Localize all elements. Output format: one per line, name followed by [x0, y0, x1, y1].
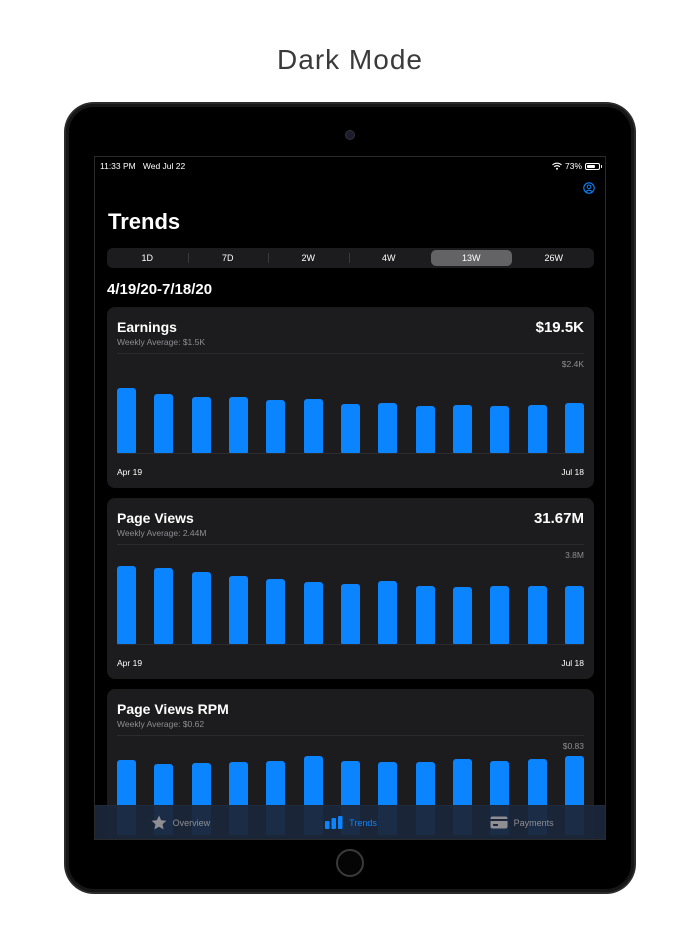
bar — [378, 402, 398, 453]
status-right: 73% — [552, 161, 602, 171]
ipad-device-frame: 11:33 PM Wed Jul 22 73% Trends 1D 7D 2W … — [66, 104, 634, 892]
x-axis-end-label: Jul 18 — [561, 467, 584, 477]
tab-label: Payments — [513, 817, 554, 828]
card-weekly-average: Weekly Average: 2.44M — [117, 528, 207, 538]
bar — [117, 388, 136, 453]
chart-max-label: $2.4K — [561, 359, 584, 369]
wifi-icon — [552, 162, 562, 170]
status-bar: 11:33 PM Wed Jul 22 73% — [100, 161, 602, 173]
bar — [229, 397, 248, 453]
card-title: Earnings — [117, 319, 177, 335]
chart-max-label: $0.83 — [562, 741, 584, 751]
bar — [565, 586, 584, 644]
earnings-card[interactable]: Earnings $19.5K Weekly Average: $1.5K $2… — [107, 307, 594, 488]
battery-icon — [585, 162, 602, 170]
credit-card-icon — [490, 816, 508, 829]
card-title: Page Views — [117, 510, 194, 526]
card-divider — [117, 735, 584, 736]
bar — [266, 400, 286, 453]
front-camera — [346, 131, 354, 139]
card-total: 31.67M — [533, 510, 584, 527]
bar-chart-icon — [325, 816, 343, 829]
bar — [565, 403, 584, 453]
bar — [341, 583, 360, 644]
bar — [453, 404, 472, 453]
tab-payments[interactable]: Payments — [436, 806, 605, 839]
x-axis-start-label: Apr 19 — [117, 658, 143, 668]
card-title: Page Views RPM — [117, 701, 229, 717]
period-segmented-control: 1D 7D 2W 4W 13W 26W — [107, 248, 594, 268]
period-2w[interactable]: 2W — [268, 248, 349, 268]
card-weekly-average: Weekly Average: $1.5K — [117, 337, 206, 347]
period-4w[interactable]: 4W — [348, 248, 430, 268]
star-icon — [151, 815, 166, 830]
bar — [415, 585, 435, 644]
bar — [229, 575, 248, 644]
card-total: $19.5K — [535, 319, 584, 336]
earnings-bar-chart — [117, 373, 584, 453]
page-title: Trends — [108, 209, 181, 234]
chart-baseline — [117, 453, 584, 454]
period-7d[interactable]: 7D — [187, 248, 269, 268]
app-screen: 11:33 PM Wed Jul 22 73% Trends 1D 7D 2W … — [94, 156, 606, 840]
page-views-card[interactable]: Page Views 31.67M Weekly Average: 2.44M … — [107, 498, 594, 679]
chart-baseline — [117, 644, 584, 645]
bar — [191, 572, 211, 644]
status-date: Wed Jul 22 — [142, 161, 186, 171]
date-range: 4/19/20-7/18/20 — [107, 281, 213, 298]
bar — [266, 578, 286, 644]
battery-fill — [587, 164, 596, 168]
bar — [191, 397, 211, 453]
bar — [527, 404, 547, 453]
period-26w[interactable]: 26W — [514, 248, 595, 268]
profile-icon[interactable] — [583, 182, 595, 194]
period-13w[interactable]: 13W — [431, 250, 512, 266]
status-time-date: 11:33 PM Wed Jul 22 — [100, 161, 185, 171]
bar — [117, 566, 136, 644]
bar — [527, 585, 547, 644]
tab-trends[interactable]: Trends — [266, 806, 437, 839]
bar — [490, 406, 510, 453]
period-1d[interactable]: 1D — [107, 248, 188, 268]
card-divider — [117, 544, 584, 545]
bar — [303, 398, 323, 453]
bar — [303, 581, 323, 644]
tab-bar: Overview Trends Payments — [95, 805, 605, 839]
bar — [415, 406, 435, 453]
battery-percent: 73% — [564, 161, 582, 171]
bar — [453, 586, 472, 644]
bar — [154, 567, 174, 644]
chart-max-label: 3.8M — [565, 550, 584, 560]
card-weekly-average: Weekly Average: $0.62 — [117, 719, 205, 729]
home-button[interactable] — [336, 849, 364, 877]
caption: Dark Mode — [277, 44, 423, 75]
status-time: 11:33 PM — [100, 161, 136, 171]
page-views-bar-chart — [117, 564, 584, 644]
bar — [378, 581, 398, 644]
tab-label: Trends — [349, 817, 377, 828]
x-axis-start-label: Apr 19 — [117, 467, 143, 477]
x-axis-end-label: Jul 18 — [561, 658, 584, 668]
bar — [490, 586, 510, 644]
card-divider — [117, 353, 584, 354]
tab-label: Overview — [172, 817, 211, 828]
bar — [154, 393, 174, 453]
bar — [341, 403, 360, 453]
tab-overview[interactable]: Overview — [95, 806, 266, 839]
